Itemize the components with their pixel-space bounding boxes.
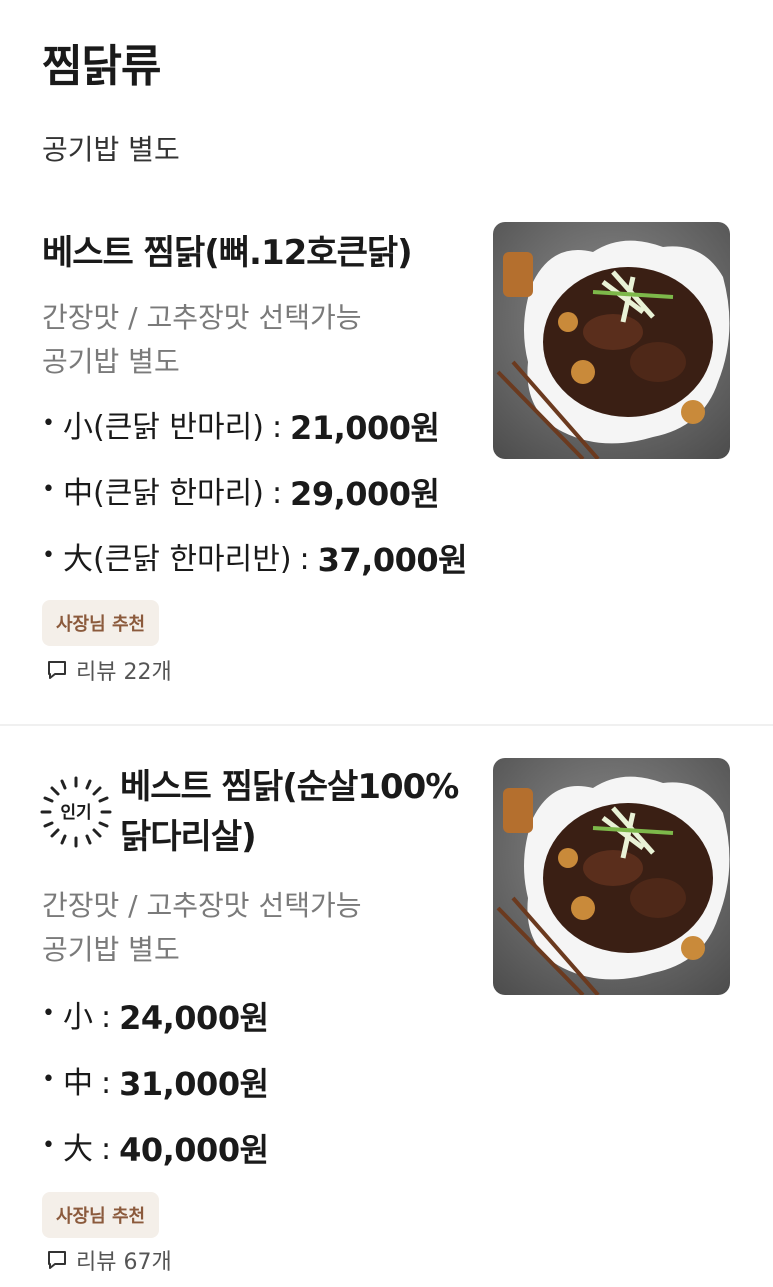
price-value: 40,000원 [119, 1131, 269, 1169]
price-option: • 大(큰닭 한마리반) : 37,000원 [42, 540, 468, 580]
description-line: 공기밥 별도 [42, 345, 180, 378]
price-label: 大 [62, 1132, 93, 1167]
menu-item[interactable]: 인기 베스트 찜닭(순살100% 닭다리살) 간장맛 / 고추장맛 선택가능 공… [0, 754, 773, 1287]
separator: : [100, 1000, 112, 1035]
review-count[interactable]: 리뷰 67개 [46, 1244, 172, 1276]
name-line: 베스트 찜닭(순살100% [120, 767, 459, 807]
separator: : [299, 542, 310, 577]
bullet: • [42, 1133, 55, 1158]
section-title: 찜닭류 [42, 41, 161, 92]
bullet: • [42, 1001, 55, 1026]
review-text: 리뷰 22개 [76, 660, 172, 685]
description-line: 간장맛 / 고추장맛 선택가능 [42, 301, 362, 334]
speech-bubble-icon [48, 661, 66, 679]
price-value: 21,000원 [290, 409, 440, 447]
menu-item-photo [493, 758, 730, 995]
separator: : [100, 1066, 112, 1101]
price-label: 中 [62, 1066, 93, 1101]
price-option: • 小(큰닭 반마리) : 21,000원 [42, 408, 440, 448]
bullet: • [42, 477, 55, 502]
price-value: 29,000원 [290, 475, 440, 513]
bullet: • [42, 1067, 55, 1092]
menu-item-description: 간장맛 / 고추장맛 선택가능 공기밥 별도 [42, 884, 362, 972]
bullet: • [42, 543, 55, 568]
review-text: 리뷰 67개 [76, 1250, 172, 1275]
menu-item-name: 베스트 찜닭(뼈.12호큰닭) [42, 233, 413, 273]
section-header: 찜닭류 [42, 38, 161, 96]
price-option: • 小 : 24,000원 [42, 998, 269, 1038]
price-value: 31,000원 [119, 1065, 269, 1103]
review-count[interactable]: 리뷰 22개 [46, 654, 172, 686]
price-label: 中(큰닭 한마리) [62, 476, 264, 511]
price-option: • 大 : 40,000원 [42, 1130, 269, 1170]
separator: : [271, 410, 283, 445]
speech-bubble-icon [48, 1251, 66, 1269]
recommend-tag: 사장님 추천 [42, 600, 160, 646]
price-label: 小(큰닭 반마리) [62, 410, 264, 445]
menu-item-name: 베스트 찜닭(순살100% 닭다리살) [120, 762, 465, 862]
name-line: 닭다리살) [120, 817, 257, 857]
price-option: • 中(큰닭 한마리) : 29,000원 [42, 474, 440, 514]
description-line: 간장맛 / 고추장맛 선택가능 [42, 889, 362, 922]
price-value: 24,000원 [119, 999, 269, 1037]
section-subtitle: 공기밥 별도 [42, 133, 180, 166]
separator: : [100, 1132, 112, 1167]
recommend-tag: 사장님 추천 [42, 1192, 160, 1238]
price-label: 大(큰닭 한마리반) [62, 542, 292, 577]
separator: : [271, 476, 283, 511]
popular-badge-label: 인기 [60, 803, 92, 823]
bullet: • [42, 411, 55, 436]
price-value: 37,000원 [317, 541, 468, 579]
divider [0, 724, 773, 726]
menu-item-description: 간장맛 / 고추장맛 선택가능 공기밥 별도 [42, 296, 362, 384]
price-option: • 中 : 31,000원 [42, 1064, 269, 1104]
description-line: 공기밥 별도 [42, 933, 180, 966]
menu-item[interactable]: 베스트 찜닭(뼈.12호큰닭) 간장맛 / 고추장맛 선택가능 공기밥 별도 •… [0, 220, 773, 720]
price-label: 小 [62, 1000, 93, 1035]
menu-item-photo [493, 222, 730, 459]
